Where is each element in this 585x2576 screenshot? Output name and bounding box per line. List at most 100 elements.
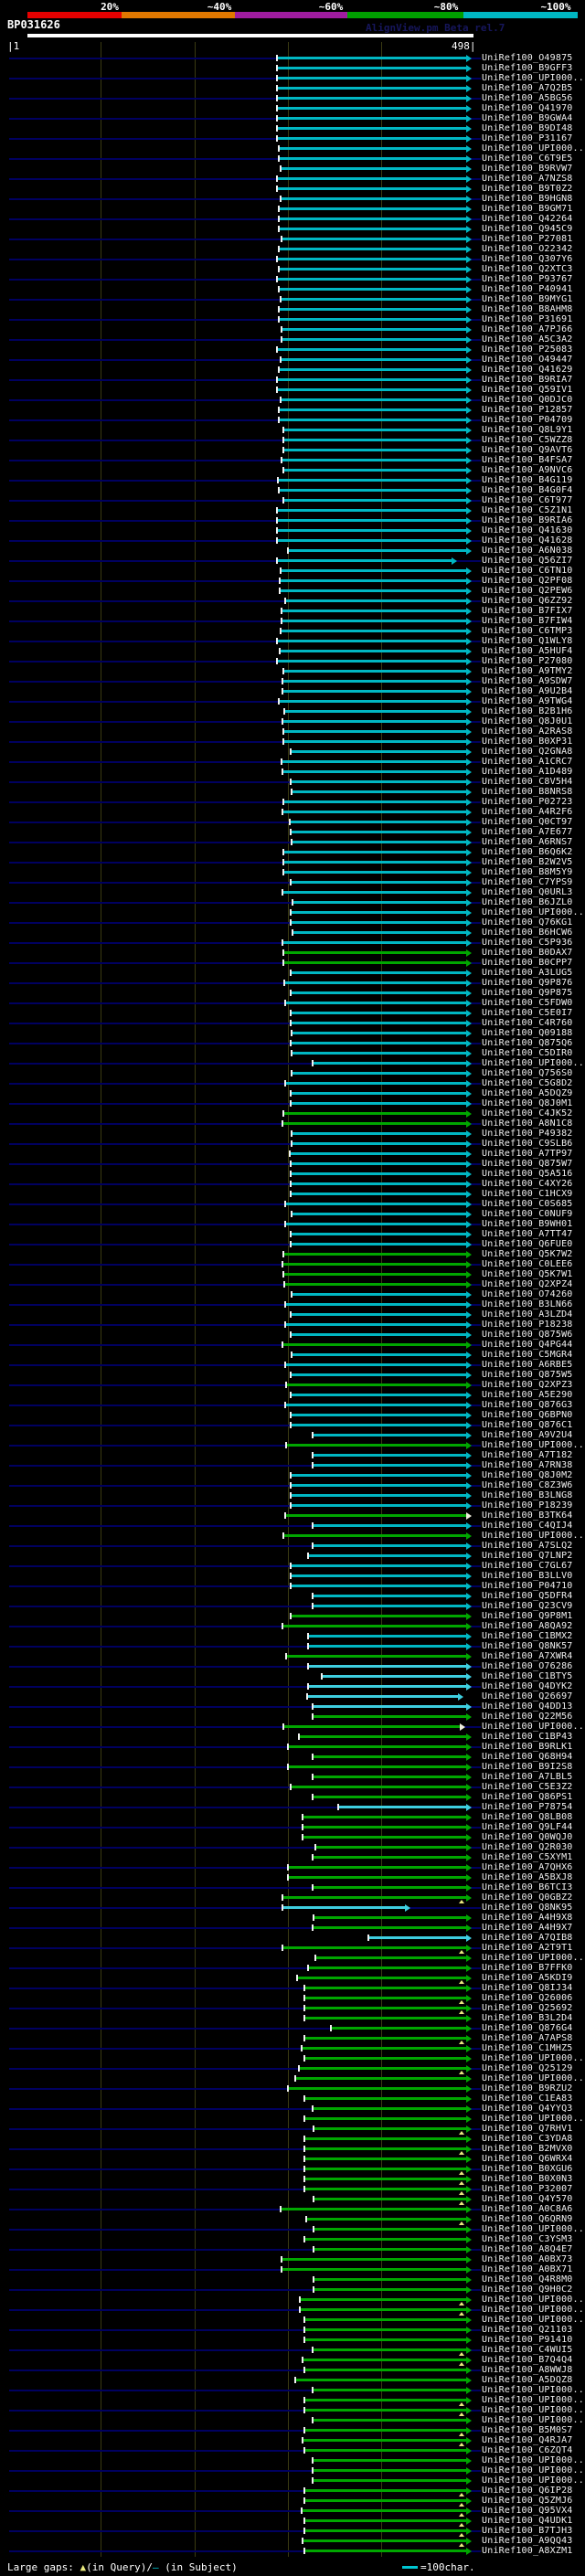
alignment-bar[interactable]: [291, 911, 466, 914]
hit-label[interactable]: UniRef100_Q4Y570: [482, 2194, 573, 2204]
alignment-bar[interactable]: [282, 1625, 466, 1627]
hit-label[interactable]: UniRef100_Q25129: [482, 2063, 573, 2073]
alignment-bar[interactable]: [313, 2479, 466, 2482]
alignment-bar[interactable]: [277, 529, 466, 532]
hit-label[interactable]: UniRef100_Q945C9: [482, 224, 573, 234]
alignment-bar[interactable]: [288, 1876, 466, 1879]
alignment-bar[interactable]: [313, 1605, 466, 1607]
hit-label[interactable]: UniRef100_O49875: [482, 53, 573, 63]
alignment-bar[interactable]: [285, 1323, 466, 1326]
hit-label[interactable]: UniRef100_Q756S0: [482, 1068, 573, 1078]
hit-label[interactable]: UniRef100_C4R760: [482, 1018, 573, 1028]
alignment-bar[interactable]: [302, 2047, 466, 2050]
alignment-bar[interactable]: [304, 2037, 466, 2040]
hit-label[interactable]: UniRef100_B9I2S8: [482, 1762, 573, 1772]
hit-label[interactable]: UniRef100_O22342: [482, 244, 573, 254]
alignment-bar[interactable]: [304, 2449, 466, 2452]
hit-label[interactable]: UniRef100_UPI000..: [482, 1722, 584, 1732]
hit-label[interactable]: UniRef100_UPI000..: [482, 2224, 584, 2234]
alignment-bar[interactable]: [280, 589, 466, 592]
alignment-bar[interactable]: [282, 1946, 466, 1949]
hit-label[interactable]: UniRef100_A7SLQ2: [482, 1541, 573, 1551]
alignment-bar[interactable]: [291, 1394, 466, 1396]
alignment-bar[interactable]: [282, 338, 466, 341]
alignment-bar[interactable]: [314, 2198, 466, 2200]
hit-label[interactable]: UniRef100_Q41628: [482, 535, 573, 546]
hit-label[interactable]: UniRef100_P27080: [482, 656, 573, 666]
hit-label[interactable]: UniRef100_Q4DYK2: [482, 1681, 573, 1691]
alignment-bar[interactable]: [308, 1635, 466, 1638]
alignment-bar[interactable]: [283, 730, 466, 733]
hit-label[interactable]: UniRef100_Q7LNP2: [482, 1551, 573, 1561]
alignment-bar[interactable]: [285, 1363, 466, 1366]
hit-label[interactable]: UniRef100_UPI000..: [482, 2073, 584, 2083]
hit-label[interactable]: UniRef100_C1BMX2: [482, 1631, 573, 1641]
alignment-bar[interactable]: [285, 1514, 466, 1517]
hit-label[interactable]: UniRef100_B9HGN8: [482, 194, 573, 204]
alignment-bar[interactable]: [308, 1554, 466, 1557]
alignment-bar[interactable]: [304, 2017, 466, 2019]
hit-label[interactable]: UniRef100_UPI000..: [482, 2295, 584, 2305]
alignment-bar[interactable]: [277, 177, 466, 180]
alignment-bar[interactable]: [283, 851, 466, 853]
hit-label[interactable]: UniRef100_B9T0Z2: [482, 184, 573, 194]
alignment-bar[interactable]: [283, 961, 466, 964]
hit-label[interactable]: UniRef100_B9MYG1: [482, 294, 573, 304]
hit-label[interactable]: UniRef100_A5BXJ8: [482, 1872, 573, 1882]
alignment-bar[interactable]: [304, 2137, 466, 2140]
alignment-bar[interactable]: [292, 1213, 466, 1215]
alignment-bar[interactable]: [304, 2318, 466, 2321]
hit-label[interactable]: UniRef100_A0C8A6: [482, 2204, 573, 2214]
alignment-bar[interactable]: [291, 1102, 466, 1105]
hit-label[interactable]: UniRef100_B3L2D4: [482, 2013, 573, 2023]
hit-label[interactable]: UniRef100_C0NUF9: [482, 1209, 573, 1219]
alignment-bar[interactable]: [313, 1926, 466, 1929]
hit-label[interactable]: UniRef100_O49447: [482, 355, 573, 365]
hit-label[interactable]: UniRef100_P12857: [482, 405, 573, 415]
hit-label[interactable]: UniRef100_O74260: [482, 1289, 573, 1299]
hit-label[interactable]: UniRef100_UPI000..: [482, 1440, 584, 1450]
hit-label[interactable]: UniRef100_C9SLB6: [482, 1139, 573, 1149]
hit-label[interactable]: UniRef100_A1D489: [482, 767, 573, 777]
alignment-bar[interactable]: [313, 1705, 466, 1708]
hit-label[interactable]: UniRef100_Q876G4: [482, 2023, 573, 2033]
hit-label[interactable]: UniRef100_C6TN10: [482, 566, 573, 576]
hit-label[interactable]: UniRef100_Q5ZMJ6: [482, 2496, 573, 2506]
alignment-bar[interactable]: [279, 207, 466, 210]
hit-label[interactable]: UniRef100_A7E677: [482, 827, 573, 837]
alignment-bar[interactable]: [277, 348, 466, 351]
hit-label[interactable]: UniRef100_Q1WLY8: [482, 636, 573, 646]
alignment-bar[interactable]: [304, 2549, 466, 2552]
alignment-bar[interactable]: [281, 197, 466, 200]
alignment-bar[interactable]: [292, 1142, 466, 1145]
hit-label[interactable]: UniRef100_A8WWJ8: [482, 2365, 573, 2375]
alignment-bar[interactable]: [277, 117, 466, 120]
hit-label[interactable]: UniRef100_Q8NK95: [482, 1903, 573, 1913]
hit-label[interactable]: UniRef100_A7APS8: [482, 2033, 573, 2043]
alignment-bar[interactable]: [304, 2168, 466, 2170]
alignment-bar[interactable]: [292, 901, 466, 904]
alignment-bar[interactable]: [279, 700, 466, 703]
hit-label[interactable]: UniRef100_P18238: [482, 1320, 573, 1330]
alignment-bar[interactable]: [291, 1414, 466, 1416]
hit-label[interactable]: UniRef100_A7TP97: [482, 1149, 573, 1159]
hit-label[interactable]: UniRef100_C6TMP3: [482, 626, 573, 636]
hit-label[interactable]: UniRef100_Q4YYQ3: [482, 2104, 573, 2114]
hit-label[interactable]: UniRef100_Q21103: [482, 2325, 573, 2335]
hit-label[interactable]: UniRef100_B0XGU6: [482, 2164, 573, 2174]
alignment-bar[interactable]: [313, 2419, 466, 2422]
alignment-bar[interactable]: [291, 1484, 466, 1487]
alignment-bar[interactable]: [314, 2228, 466, 2231]
alignment-bar[interactable]: [279, 489, 466, 492]
hit-label[interactable]: UniRef100_Q26697: [482, 1691, 573, 1701]
hit-label[interactable]: UniRef100_Q5DFR4: [482, 1591, 573, 1601]
alignment-bar[interactable]: [314, 2127, 466, 2130]
hit-label[interactable]: UniRef100_Q307Y6: [482, 254, 573, 264]
hit-label[interactable]: UniRef100_B7FIW4: [482, 616, 573, 626]
hit-label[interactable]: UniRef100_A7QIB8: [482, 1933, 573, 1943]
hit-label[interactable]: UniRef100_B9RVW7: [482, 164, 573, 174]
alignment-bar[interactable]: [292, 1293, 466, 1296]
alignment-bar[interactable]: [304, 2409, 466, 2412]
alignment-bar[interactable]: [284, 710, 466, 713]
hit-label[interactable]: UniRef100_Q9P8M1: [482, 1611, 573, 1621]
